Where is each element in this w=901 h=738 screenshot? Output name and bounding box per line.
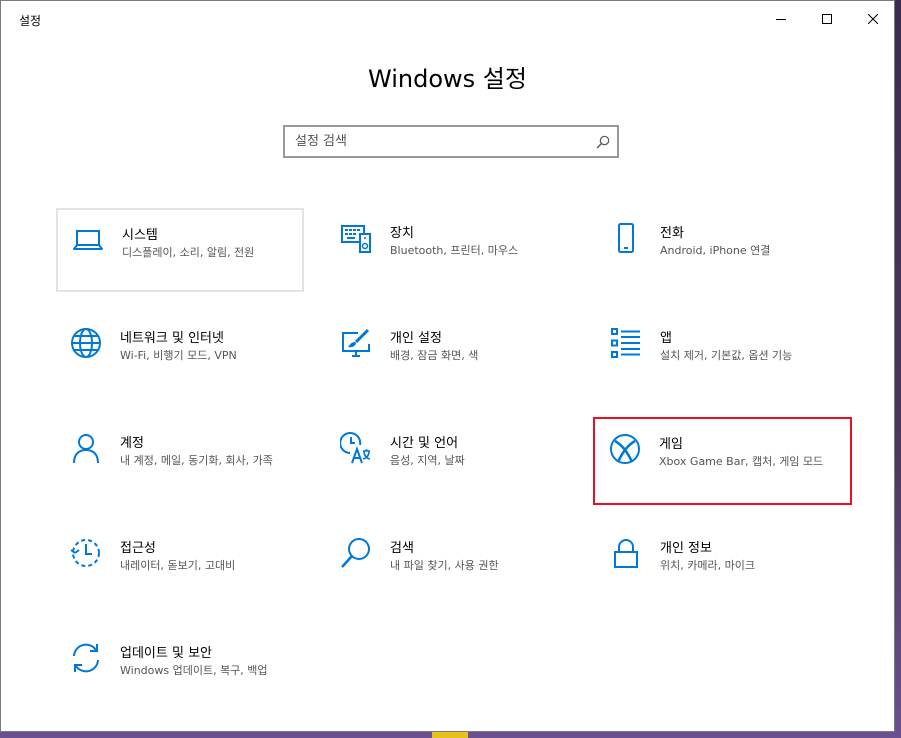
tile-search[interactable]: 검색 내 파일 찾기, 사용 권한 [326, 523, 574, 607]
tile-description: 음성, 지역, 날짜 [390, 454, 465, 467]
tile-ease-of-access[interactable]: 접근성 내레이터, 돋보기, 고대비 [56, 523, 304, 607]
tile-title: 계정 [120, 436, 144, 451]
search-icon[interactable] [596, 135, 610, 149]
page-title: Windows 설정 [368, 65, 527, 93]
search-box[interactable] [283, 125, 619, 158]
tile-title: 장치 [390, 226, 414, 241]
tile-title: 시간 및 언어 [390, 436, 459, 451]
maximize-button[interactable] [804, 1, 850, 37]
tile-description: 설치 제거, 기본값, 옵션 기능 [660, 349, 793, 362]
tile-title: 업데이트 및 보안 [120, 646, 212, 661]
tile-description: Bluetooth, 프린터, 마우스 [390, 244, 519, 257]
tile-title: 게임 [659, 437, 683, 452]
tile-phone[interactable]: 전화 Android, iPhone 연결 [596, 208, 844, 292]
tile-description: 내 파일 찾기, 사용 권한 [390, 559, 499, 572]
tile-title: 네트워크 및 인터넷 [120, 331, 224, 346]
tile-description: Windows 업데이트, 복구, 백업 [120, 664, 268, 677]
close-icon [868, 14, 878, 24]
minimize-icon [776, 19, 786, 20]
ease-of-access-icon [70, 539, 100, 567]
magnifier-icon [341, 538, 370, 568]
tile-system[interactable]: 시스템 디스플레이, 소리, 알림, 전원 [56, 208, 304, 292]
update-sync-icon [73, 643, 99, 673]
maximize-icon [822, 14, 832, 24]
person-icon [73, 434, 99, 464]
tile-privacy[interactable]: 개인 정보 위치, 카메라, 마이크 [596, 523, 844, 607]
tile-description: 디스플레이, 소리, 알림, 전원 [122, 246, 255, 259]
tile-title: 전화 [660, 226, 684, 241]
tile-time-language[interactable]: 시간 및 언어 음성, 지역, 날짜 [326, 418, 574, 502]
tile-title: 시스템 [122, 228, 158, 243]
phone-icon [618, 223, 634, 253]
tile-description: 내 계정, 메일, 동기화, 회사, 가족 [120, 454, 273, 467]
tile-apps[interactable]: 앱 설치 제거, 기본값, 옵션 기능 [596, 313, 844, 397]
minimize-button[interactable] [758, 1, 804, 37]
lock-icon [614, 539, 638, 568]
window-title: 설정 [19, 14, 42, 28]
tile-description: Xbox Game Bar, 캡처, 게임 모드 [659, 455, 824, 468]
tile-title: 접근성 [120, 541, 156, 556]
tile-title: 개인 설정 [390, 331, 442, 346]
settings-window: 설정 Windows 설정 시스템 디스플레이, 소리, 알림, 전원 [0, 0, 895, 732]
tile-description: Wi-Fi, 비행기 모드, VPN [120, 349, 237, 362]
tile-description: Android, iPhone 연결 [660, 244, 771, 257]
tile-gaming[interactable]: 게임 Xbox Game Bar, 캡처, 게임 모드 [593, 417, 852, 505]
tile-title: 검색 [390, 541, 414, 556]
time-language-icon [340, 432, 371, 464]
paint-icon [342, 328, 370, 357]
title-bar[interactable]: 설정 [1, 1, 894, 37]
laptop-icon [73, 230, 103, 250]
tile-description: 배경, 잠금 화면, 색 [390, 349, 479, 362]
tile-accounts[interactable]: 계정 내 계정, 메일, 동기화, 회사, 가족 [56, 418, 304, 502]
apps-list-icon [611, 328, 640, 358]
xbox-icon [610, 434, 640, 464]
tile-update-security[interactable]: 업데이트 및 보안 Windows 업데이트, 복구, 백업 [56, 628, 304, 712]
tile-network[interactable]: 네트워크 및 인터넷 Wi-Fi, 비행기 모드, VPN [56, 313, 304, 397]
tile-description: 위치, 카메라, 마이크 [660, 559, 755, 572]
globe-icon [71, 328, 101, 358]
tile-title: 개인 정보 [660, 541, 712, 556]
tile-devices[interactable]: 장치 Bluetooth, 프린터, 마우스 [326, 208, 574, 292]
devices-icon [341, 225, 371, 253]
tile-title: 앱 [660, 331, 672, 346]
search-input[interactable] [295, 131, 585, 151]
close-button[interactable] [850, 1, 896, 37]
tile-personalization[interactable]: 개인 설정 배경, 잠금 화면, 색 [326, 313, 574, 397]
tile-description: 내레이터, 돋보기, 고대비 [120, 559, 236, 572]
